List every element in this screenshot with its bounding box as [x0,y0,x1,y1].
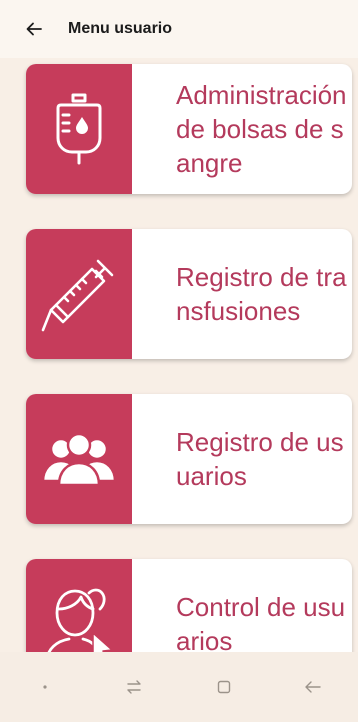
menu-item-label: Administración de bolsas de sangre [176,80,347,178]
page-title: Menu usuario [68,20,173,37]
menu-item-label: Control de usuarios [176,592,346,652]
app-bar: Menu usuario [0,0,358,58]
dot-icon [35,677,55,697]
recent-apps-icon[interactable] [124,677,144,697]
menu-item-blood-bags[interactable]: Administración de bolsas de sangre [26,64,352,194]
menu-item-user-control[interactable]: Control de usuarios [26,559,352,652]
menu-list: Administración de bolsas de sangre Regis… [0,58,358,652]
menu-item-transfusions[interactable]: Registro de transfusiones [26,229,352,359]
menu-item-label: Registro de usuarios [176,427,344,491]
user-select-icon [26,559,132,652]
back-icon[interactable] [303,677,323,697]
syringe-icon [26,229,132,359]
arrow-left-icon[interactable] [24,19,44,39]
blood-bag-icon [26,64,132,194]
home-icon[interactable] [214,677,234,697]
users-icon [26,394,132,524]
menu-item-user-registry[interactable]: Registro de usuarios [26,394,352,524]
system-nav-bar [0,652,358,722]
menu-item-label: Registro de transfusiones [176,262,347,326]
